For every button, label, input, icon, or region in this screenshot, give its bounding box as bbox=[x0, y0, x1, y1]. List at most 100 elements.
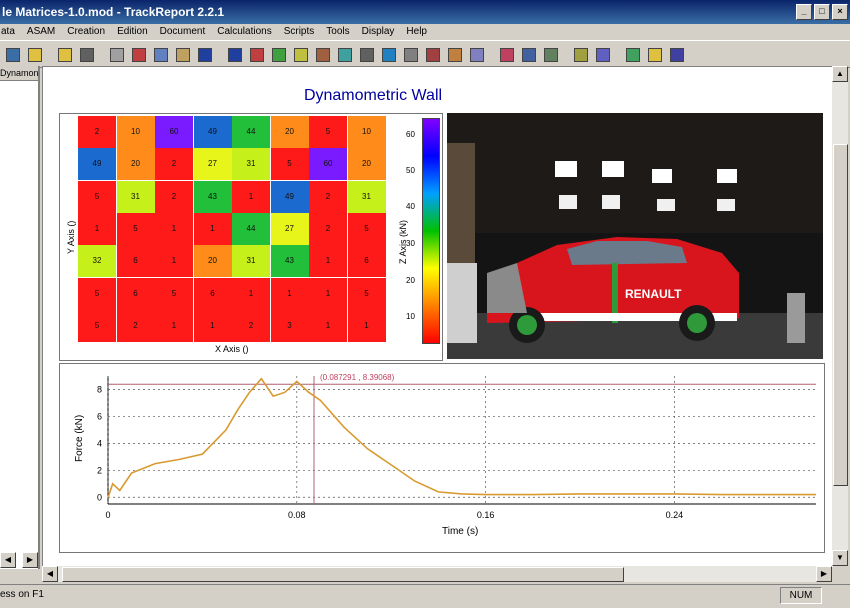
sidebar-panel: Dynamon ◀ ▶ bbox=[0, 66, 40, 569]
scroll-left-arrow[interactable]: ◀ bbox=[0, 552, 16, 568]
tool-16-button[interactable] bbox=[592, 44, 612, 64]
menu-data[interactable]: ata bbox=[0, 24, 16, 40]
menu-tools[interactable]: Tools bbox=[325, 24, 350, 40]
colorbar-tick: 10 bbox=[406, 312, 415, 321]
heatmap-cell: 6 bbox=[193, 277, 232, 310]
heatmap-cell: 5 bbox=[78, 309, 116, 342]
colorbar-tick: 20 bbox=[406, 276, 415, 285]
close-button[interactable]: × bbox=[832, 4, 848, 20]
undo-button[interactable] bbox=[194, 44, 214, 64]
y-tick-label: 6 bbox=[97, 411, 102, 421]
scroll-up-arrow[interactable]: ▲ bbox=[832, 66, 848, 82]
help-button[interactable] bbox=[644, 44, 664, 64]
scroll-left-arrow[interactable]: ◀ bbox=[42, 566, 58, 582]
menu-help[interactable]: Help bbox=[405, 24, 428, 40]
tool-12-icon bbox=[500, 48, 514, 62]
y-tick-label: 8 bbox=[97, 384, 102, 394]
menu-document[interactable]: Document bbox=[159, 24, 207, 40]
heatmap-cell: 43 bbox=[270, 245, 309, 278]
force-chart-panel: 0 2 4 6 8 0 0.08 0.16 0.24 (0.087291 , 8.39068) Ti… bbox=[59, 363, 825, 553]
tool-5-button[interactable] bbox=[334, 44, 354, 64]
horizontal-scroll-thumb[interactable] bbox=[62, 567, 624, 582]
vertical-scroll-thumb[interactable] bbox=[833, 144, 848, 486]
tool-16-icon bbox=[596, 48, 610, 62]
cut-button[interactable] bbox=[128, 44, 148, 64]
maximize-button[interactable]: □ bbox=[814, 4, 830, 20]
menu-calculations[interactable]: Calculations bbox=[216, 24, 272, 40]
tool-8-button[interactable] bbox=[400, 44, 420, 64]
tool-13-button[interactable] bbox=[518, 44, 538, 64]
tool-15-button[interactable] bbox=[570, 44, 590, 64]
heatmap-cell: 1 bbox=[347, 309, 386, 342]
heatmap-cell: 60 bbox=[309, 148, 347, 181]
heatmap-cell: 5 bbox=[78, 277, 116, 310]
minimize-button[interactable]: _ bbox=[796, 4, 812, 20]
heatmap-cell: 6 bbox=[116, 245, 155, 278]
heatmap-x-axis-label: X Axis () bbox=[215, 344, 249, 354]
heatmap-cell: 2 bbox=[155, 180, 193, 213]
vertical-scrollbar[interactable]: ▲ ▼ bbox=[832, 66, 848, 566]
scroll-right-arrow[interactable]: ▶ bbox=[22, 552, 38, 568]
menu-edition[interactable]: Edition bbox=[116, 24, 149, 40]
tool-4-button[interactable] bbox=[312, 44, 332, 64]
paste-button[interactable] bbox=[172, 44, 192, 64]
heatmap-cell: 2 bbox=[232, 309, 270, 342]
open-folder-button[interactable] bbox=[24, 44, 44, 64]
heatmap-cell: 20 bbox=[116, 148, 155, 181]
tool-7-icon bbox=[382, 48, 396, 62]
tool-17-button[interactable] bbox=[622, 44, 642, 64]
heatmap-cell: 31 bbox=[116, 180, 155, 213]
tool-10-button[interactable] bbox=[444, 44, 464, 64]
heatmap-cell: 1 bbox=[232, 277, 270, 310]
print-button[interactable] bbox=[76, 44, 96, 64]
menu-scripts[interactable]: Scripts bbox=[283, 24, 316, 40]
menu-display[interactable]: Display bbox=[361, 24, 396, 40]
open-folder-icon bbox=[28, 48, 42, 62]
help-icon bbox=[648, 48, 662, 62]
tool-12-button[interactable] bbox=[496, 44, 516, 64]
tool-17-icon bbox=[626, 48, 640, 62]
scroll-down-arrow[interactable]: ▼ bbox=[832, 550, 848, 566]
horizontal-scrollbar[interactable]: ◀ ▶ bbox=[42, 566, 832, 582]
print-preview-button[interactable] bbox=[106, 44, 126, 64]
copy-button[interactable] bbox=[150, 44, 170, 64]
tool-6-button[interactable] bbox=[356, 44, 376, 64]
tool-3-button[interactable] bbox=[290, 44, 310, 64]
menu-creation[interactable]: Creation bbox=[66, 24, 106, 40]
context-help-icon bbox=[670, 48, 684, 62]
heatmap-cell: 27 bbox=[270, 212, 309, 245]
heatmap-cell: 2 bbox=[78, 116, 116, 148]
y-tick-label: 2 bbox=[97, 465, 102, 475]
tool-10-icon bbox=[448, 48, 462, 62]
sidebar-tab[interactable]: Dynamon bbox=[0, 66, 38, 81]
colorbar-tick: 60 bbox=[406, 130, 415, 139]
print-preview-icon bbox=[110, 48, 124, 62]
force-chart: 0 2 4 6 8 0 0.08 0.16 0.24 (0.087291 , 8.39068) Ti… bbox=[74, 373, 816, 537]
tool-2-button[interactable] bbox=[268, 44, 288, 64]
heatmap-cell: 2 bbox=[309, 180, 347, 213]
tool-9-icon bbox=[426, 48, 440, 62]
tool-4-icon bbox=[316, 48, 330, 62]
heatmap-cell: 5 bbox=[270, 148, 309, 181]
save-button[interactable] bbox=[2, 44, 22, 64]
tool-11-button[interactable] bbox=[466, 44, 486, 64]
menu-bar: ata ASAM Creation Edition Document Calcu… bbox=[0, 24, 850, 40]
context-help-button[interactable] bbox=[666, 44, 686, 64]
tool-13-icon bbox=[522, 48, 536, 62]
heatmap-cell: 1 bbox=[270, 277, 309, 310]
x-tick-label: 0.08 bbox=[288, 510, 306, 520]
redo-button[interactable] bbox=[224, 44, 244, 64]
menu-asam[interactable]: ASAM bbox=[26, 24, 56, 40]
tool-9-button[interactable] bbox=[422, 44, 442, 64]
open-folder-2-button[interactable] bbox=[54, 44, 74, 64]
toolbar bbox=[0, 40, 850, 68]
tool-14-button[interactable] bbox=[540, 44, 560, 64]
y-tick-label: 0 bbox=[97, 492, 102, 502]
tool-7-button[interactable] bbox=[378, 44, 398, 64]
page-title: Dynamometric Wall bbox=[303, 87, 443, 104]
tool-1-button[interactable] bbox=[246, 44, 266, 64]
heatmap-cell: 20 bbox=[270, 116, 309, 148]
colorbar-tick: 50 bbox=[406, 166, 415, 175]
heatmap-cell: 10 bbox=[347, 116, 386, 148]
scroll-right-arrow[interactable]: ▶ bbox=[816, 566, 832, 582]
